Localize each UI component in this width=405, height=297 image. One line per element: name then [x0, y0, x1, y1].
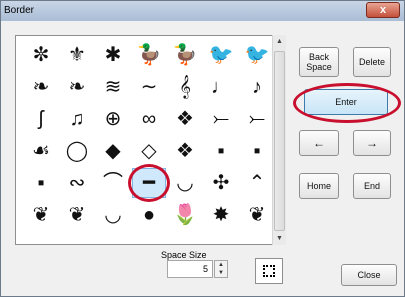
glyph-cell[interactable]: ◯ — [60, 136, 94, 166]
spin-down-icon[interactable]: ▼ — [215, 269, 227, 277]
window-close-button[interactable]: x — [366, 2, 400, 18]
glyph-cell[interactable]: 🌷 — [168, 200, 202, 230]
glyph-cell[interactable]: 🦆 — [168, 40, 202, 70]
title-bar: Border x — [1, 1, 404, 21]
glyph-cell[interactable]: 🐦 — [240, 40, 274, 70]
glyph-cell[interactable]: ʃ — [24, 104, 58, 134]
left-arrow-button[interactable]: ← — [299, 130, 339, 156]
glyph-cell[interactable]: ▪ — [24, 168, 58, 198]
glyph-cell-selected[interactable]: ━ — [132, 168, 166, 198]
glyph-cell[interactable]: ⤚ — [204, 104, 238, 134]
glyph-cell[interactable]: ● — [132, 200, 166, 230]
spin-up-icon[interactable]: ▲ — [215, 261, 227, 269]
scroll-down-icon[interactable]: ▼ — [273, 232, 286, 245]
close-button[interactable]: Close — [341, 264, 397, 286]
glyph-cell[interactable]: ✸ — [204, 200, 238, 230]
glyph-cell[interactable]: ♪ — [240, 72, 274, 102]
space-size-input[interactable]: 5 — [167, 260, 213, 278]
scroll-thumb[interactable] — [274, 51, 285, 231]
glyph-cell[interactable]: ♫ — [60, 104, 94, 134]
glyph-cell[interactable]: ✱ — [96, 40, 130, 70]
end-button[interactable]: End — [353, 173, 391, 199]
glyph-cell[interactable]: ❦ — [60, 200, 94, 230]
delete-button[interactable]: Delete — [353, 47, 391, 77]
glyph-cell[interactable]: ∾ — [60, 168, 94, 198]
glyph-cell[interactable]: ∼ — [132, 72, 166, 102]
glyph-cell[interactable]: 🐦 — [204, 40, 238, 70]
scroll-up-icon[interactable]: ▲ — [273, 35, 286, 48]
glyph-cell[interactable]: ≋ — [96, 72, 130, 102]
backspace-button[interactable]: Back Space — [299, 47, 339, 77]
glyph-cell[interactable]: ◇ — [132, 136, 166, 166]
glyph-cell[interactable]: ▪ — [240, 136, 274, 166]
glyph-cell[interactable]: ▪ — [204, 136, 238, 166]
glyph-cell[interactable]: ◆ — [96, 136, 130, 166]
glyph-cell[interactable]: ✼ — [24, 40, 58, 70]
enter-button[interactable]: Enter — [304, 89, 388, 115]
glyph-cell[interactable]: ◡ — [168, 168, 202, 198]
glyph-cell[interactable]: ✣ — [204, 168, 238, 198]
frame-preview-button[interactable] — [255, 258, 283, 284]
glyph-cell[interactable]: ⤚ — [240, 104, 274, 134]
glyph-cell[interactable]: ⊕ — [96, 104, 130, 134]
glyph-cell[interactable]: ♩ — [204, 72, 238, 102]
glyph-cell[interactable]: ☙ — [24, 136, 58, 166]
glyph-cell[interactable]: ⚜ — [60, 40, 94, 70]
glyph-cell[interactable]: ⌃ — [240, 168, 274, 198]
glyph-scrollbar[interactable]: ▲ ▼ — [272, 35, 286, 245]
dotted-frame-icon — [263, 265, 275, 277]
border-dialog: Border x ✼ ⚜ ✱ 🦆 🦆 🐦 🐦 ❧ ❧ ≋ ∼ 𝄞 ♩ ♪ ʃ ♫ ⊕ ∞ ❖ ⤚ ⤚ ☙ ◯ ◆ ◇ ❖ ▪ ▪ ▪ ∾ ⌒… — [0, 0, 405, 297]
glyph-cell[interactable]: ❦ — [240, 200, 274, 230]
glyph-cell[interactable]: ❧ — [24, 72, 58, 102]
glyph-grid: ✼ ⚜ ✱ 🦆 🦆 🐦 🐦 ❧ ❧ ≋ ∼ 𝄞 ♩ ♪ ʃ ♫ ⊕ ∞ ❖ ⤚ ⤚ ☙ ◯ ◆ ◇ ❖ ▪ ▪ ▪ ∾ ⌒ ━ ◡ ✣ ⌃ ❦ ❦ ◡ ● 🌷… — [15, 35, 286, 245]
right-arrow-button[interactable]: → — [353, 130, 391, 156]
space-size-label: Space Size — [161, 250, 207, 260]
space-size-stepper[interactable]: ▲ ▼ — [214, 260, 228, 278]
glyph-cell[interactable]: ⌒ — [96, 168, 130, 198]
glyph-cell[interactable]: 🦆 — [132, 40, 166, 70]
glyph-cell[interactable]: 𝄞 — [168, 72, 202, 102]
glyph-cell[interactable]: ❦ — [24, 200, 58, 230]
glyph-cell[interactable]: ❖ — [168, 136, 202, 166]
glyph-cell[interactable]: ∞ — [132, 104, 166, 134]
glyph-cell[interactable]: ❧ — [60, 72, 94, 102]
home-button[interactable]: Home — [299, 173, 339, 199]
glyph-cell[interactable]: ◡ — [96, 200, 130, 230]
glyph-cell[interactable]: ❖ — [168, 104, 202, 134]
window-title: Border — [4, 5, 35, 16]
